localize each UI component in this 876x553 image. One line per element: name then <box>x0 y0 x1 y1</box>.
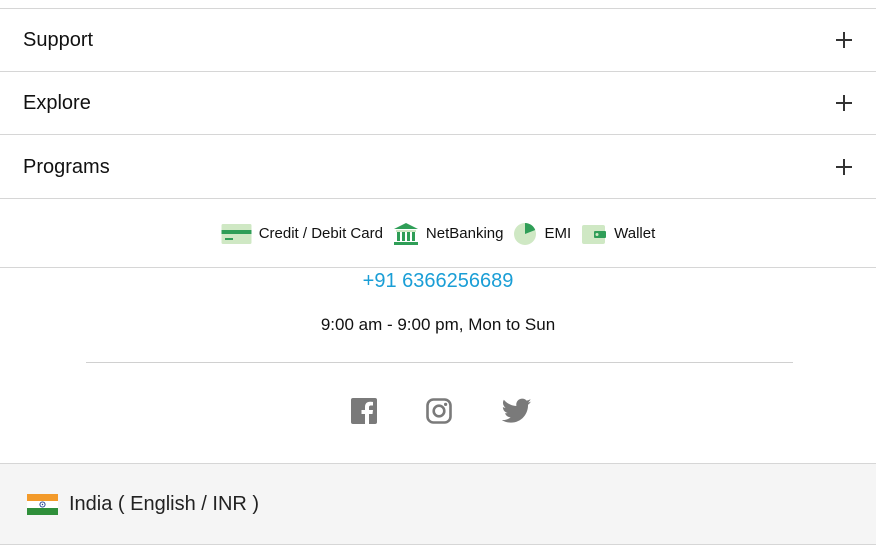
payment-label: Wallet <box>614 225 656 242</box>
support-hours: 9:00 am - 9:00 pm, Mon to Sun <box>320 315 556 334</box>
twitter-link[interactable] <box>501 398 532 426</box>
locale-footer: India ( English / INR ) <box>0 463 876 545</box>
payment-methods: Credit / Debit Card NetBanking EMI Walle… <box>0 200 876 268</box>
accordion-explore[interactable]: Explore <box>0 72 876 135</box>
plus-icon[interactable] <box>836 159 852 175</box>
facebook-link[interactable] <box>351 398 379 426</box>
instagram-link[interactable] <box>426 398 454 426</box>
locale-selector[interactable]: India ( English / INR ) <box>69 493 259 516</box>
payment-label: NetBanking <box>425 225 504 242</box>
accordion-programs[interactable]: Programs <box>0 136 876 199</box>
plus-icon[interactable] <box>836 95 852 111</box>
divider <box>86 362 793 363</box>
payment-method-card: Credit / Debit Card <box>221 223 383 245</box>
accordion-label: Programs <box>23 155 110 178</box>
bank-icon <box>393 222 418 245</box>
credit-card-icon <box>221 223 252 244</box>
pie-chart-icon <box>514 222 537 245</box>
payment-method-wallet: Wallet <box>581 223 655 245</box>
twitter-icon <box>501 398 532 423</box>
plus-icon[interactable] <box>836 32 852 48</box>
payment-label: Credit / Debit Card <box>258 225 383 242</box>
accordion-label: Support <box>23 28 94 51</box>
facebook-icon <box>351 398 377 424</box>
payment-method-emi: EMI <box>513 222 571 246</box>
india-flag-icon <box>27 493 58 515</box>
accordion-support[interactable]: Support <box>0 9 876 72</box>
wallet-icon <box>582 224 607 244</box>
instagram-icon <box>426 398 452 424</box>
social-links <box>0 398 876 428</box>
phone-link[interactable]: +91 6366256689 <box>0 270 876 293</box>
payment-label: EMI <box>544 225 572 242</box>
payment-method-netbanking: NetBanking <box>393 222 504 246</box>
accordion-label: Explore <box>23 91 91 114</box>
